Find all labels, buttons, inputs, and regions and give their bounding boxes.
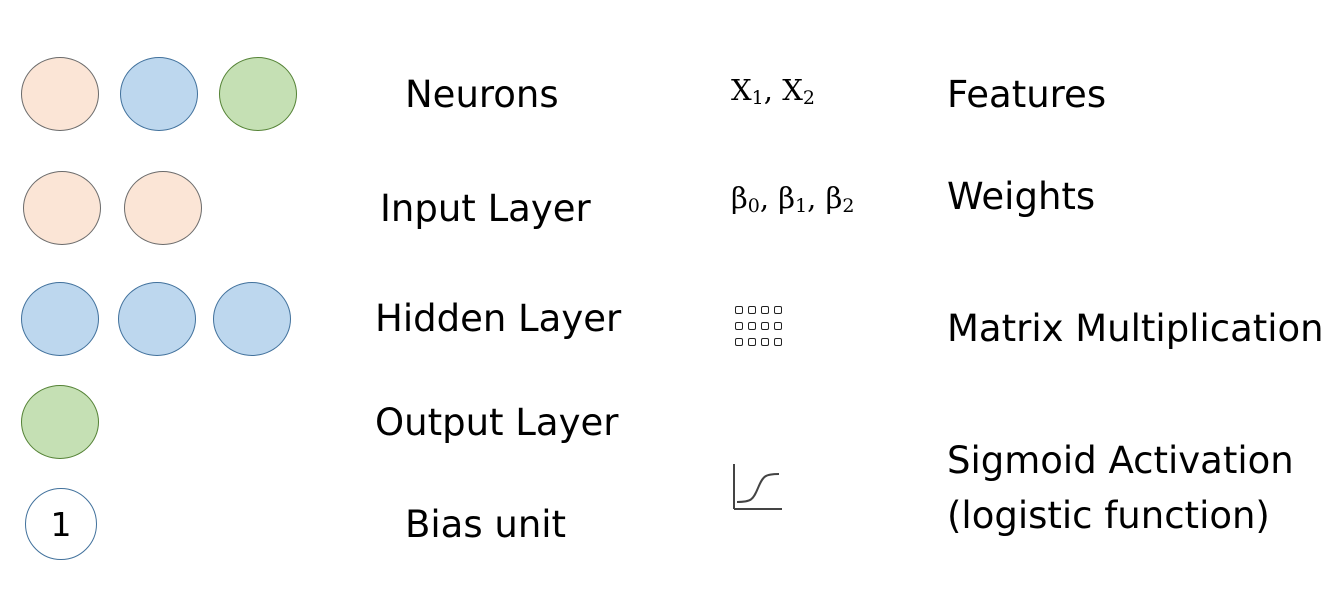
features-label: Features xyxy=(947,73,1107,116)
matrix-dots-icon xyxy=(735,306,782,346)
weights-label: Weights xyxy=(947,175,1096,218)
output-layer-label: Output Layer xyxy=(375,401,619,444)
logistic-function-label: (logistic function) xyxy=(947,494,1270,537)
neuron-output-circle xyxy=(219,57,297,131)
sigmoid-curve-icon xyxy=(733,464,782,510)
weights-symbol: β0, β1, β2 xyxy=(731,181,855,217)
output-layer-circle xyxy=(21,385,99,459)
features-symbol: X1, X2 xyxy=(731,73,815,109)
neurons-label: Neurons xyxy=(405,73,559,116)
hidden-layer-circle xyxy=(21,282,99,356)
hidden-layer-circle xyxy=(118,282,196,356)
bias-unit-label: Bias unit xyxy=(405,503,567,546)
input-layer-circle xyxy=(124,171,202,245)
sigmoid-activation-label: Sigmoid Activation xyxy=(947,439,1294,482)
neuron-input-circle xyxy=(21,57,99,131)
hidden-layer-label: Hidden Layer xyxy=(375,297,622,340)
neuron-hidden-circle xyxy=(120,57,198,131)
hidden-layer-circle xyxy=(213,282,291,356)
input-layer-label: Input Layer xyxy=(380,187,591,230)
bias-unit-value: 1 xyxy=(50,504,72,544)
input-layer-circle xyxy=(23,171,101,245)
matrix-multiplication-label: Matrix Multiplication xyxy=(947,307,1324,350)
bias-unit-circle: 1 xyxy=(25,488,97,560)
